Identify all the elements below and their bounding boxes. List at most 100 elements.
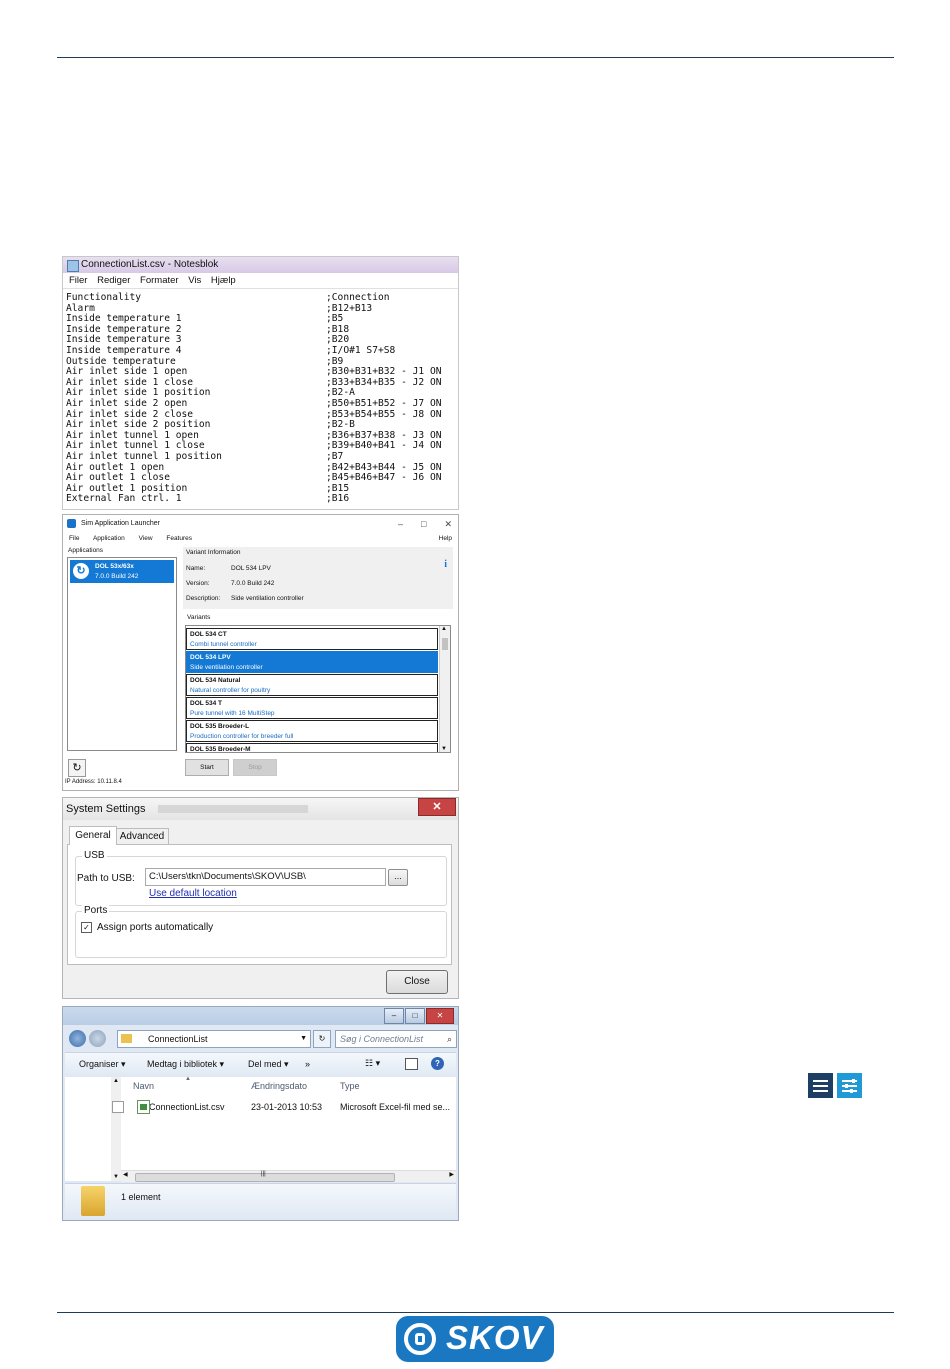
variant-item[interactable]: DOL 534 T Pure tunnel with 16 MultiStep bbox=[186, 697, 438, 719]
scroll-thumb[interactable] bbox=[442, 638, 448, 650]
info-icon[interactable]: i bbox=[444, 559, 447, 570]
excel-file-icon bbox=[137, 1100, 150, 1114]
scroll-up-icon[interactable]: ▲ bbox=[441, 626, 447, 632]
start-button[interactable]: Start bbox=[185, 759, 229, 776]
top-rule bbox=[57, 57, 894, 58]
refresh-icon[interactable]: ↻ bbox=[313, 1030, 331, 1048]
sort-indicator-icon: ▲ bbox=[185, 1076, 191, 1082]
notepad-icon bbox=[67, 260, 79, 272]
preview-pane-icon[interactable] bbox=[405, 1058, 418, 1070]
nav-scrollbar[interactable]: ▲ ▼ bbox=[111, 1077, 121, 1181]
more-commands-button[interactable]: » bbox=[305, 1059, 310, 1069]
variant-item[interactable]: DOL 535 Broeder-L Production controller f… bbox=[186, 720, 438, 742]
functionality-text: Air outlet 1 open bbox=[66, 461, 165, 473]
application-item-dol53x[interactable]: ↻ DOL 53x/63x 7.0.0 Build 242 bbox=[70, 560, 174, 583]
chevron-down-icon[interactable]: ▼ bbox=[300, 1031, 307, 1047]
explorer-window: – □ ✕ ConnectionList ▼ ↻ Søg i ConnectionL… bbox=[62, 1006, 459, 1221]
functionality-text: Air inlet side 1 close bbox=[66, 376, 194, 388]
notepad-menubar: Filer Rediger Formater Vis Hjælp bbox=[63, 273, 458, 289]
variant-item[interactable]: DOL 534 Natural Natural controller for po… bbox=[186, 674, 438, 696]
tab-advanced[interactable]: Advanced bbox=[115, 828, 169, 844]
menu-features[interactable]: Features bbox=[166, 535, 192, 542]
menu-filer[interactable]: Filer bbox=[69, 275, 87, 286]
skov-logo: SKOV bbox=[396, 1316, 554, 1362]
menu-file[interactable]: File bbox=[69, 535, 79, 542]
close-button[interactable]: Close bbox=[386, 970, 448, 994]
include-in-library-button[interactable]: Medtag i bibliotek ▾ bbox=[147, 1059, 224, 1070]
scroll-down-icon[interactable]: ▼ bbox=[113, 1174, 119, 1180]
minimize-icon[interactable]: – bbox=[384, 1008, 404, 1024]
use-default-location-link[interactable]: Use default location bbox=[149, 888, 237, 899]
scroll-down-icon[interactable]: ▼ bbox=[441, 746, 447, 752]
column-type[interactable]: Type bbox=[340, 1081, 360, 1091]
help-icon[interactable]: ? bbox=[431, 1057, 444, 1070]
file-list[interactable]: ▲ Navn Ændringsdato Type ConnectionList.… bbox=[121, 1076, 456, 1172]
functionality-text: Air inlet side 2 open bbox=[66, 397, 188, 409]
menu-vis[interactable]: Vis bbox=[188, 275, 201, 286]
application-version: 7.0.0 Build 242 bbox=[95, 573, 139, 580]
scroll-left-icon[interactable]: ◀ bbox=[123, 1171, 128, 1178]
search-placeholder: Søg i ConnectionList bbox=[340, 1034, 424, 1044]
minimize-icon[interactable]: – bbox=[398, 519, 403, 529]
variants-list[interactable]: DOL 535 Broeder-M DOL 535 Broeder-L Produc… bbox=[185, 625, 451, 753]
variant-name: DOL 534 CT bbox=[190, 631, 227, 638]
maximize-icon[interactable]: □ bbox=[405, 1008, 425, 1024]
variant-item[interactable]: DOL 534 CT Combi tunnel controller bbox=[186, 628, 438, 650]
close-icon[interactable]: ✕ bbox=[418, 798, 456, 816]
scroll-right-icon[interactable]: ▶ bbox=[449, 1171, 454, 1178]
variant-item[interactable]: DOL 534 LPV Side ventilation controller bbox=[186, 651, 438, 673]
item-count: 1 element bbox=[121, 1192, 161, 1202]
scroll-up-icon[interactable]: ▲ bbox=[113, 1078, 119, 1084]
forward-icon[interactable] bbox=[89, 1030, 106, 1047]
assign-ports-checkbox[interactable]: ✓ bbox=[81, 922, 92, 933]
functionality-text: Air outlet 1 close bbox=[66, 472, 170, 484]
tab-general[interactable]: General bbox=[69, 826, 117, 845]
variants-scrollbar[interactable]: ▲ ▼ bbox=[439, 626, 450, 752]
connection-text: ;B39+B40+B41 - J4 ON bbox=[326, 440, 442, 452]
address-bar[interactable]: ConnectionList ▼ bbox=[117, 1030, 311, 1048]
refresh-button[interactable]: ↻ bbox=[68, 759, 86, 777]
applications-list[interactable]: ↻ DOL 53x/63x 7.0.0 Build 242 bbox=[67, 557, 177, 751]
settings-titlebar: System Settings ✕ bbox=[63, 798, 458, 820]
usb-path-input[interactable]: C:\Users\tkn\Documents\SKOV\USB\ bbox=[145, 868, 386, 886]
menu-application[interactable]: Application bbox=[93, 535, 125, 542]
menu-formater[interactable]: Formater bbox=[140, 275, 179, 286]
refresh-icon: ↻ bbox=[72, 762, 82, 774]
notepad-text-area[interactable]: Functionality ;Connection Alarm ;B12+B13 Ins… bbox=[63, 289, 458, 505]
view-options-icon[interactable]: ☷ ▾ bbox=[365, 1058, 389, 1071]
row-checkbox[interactable] bbox=[112, 1101, 124, 1113]
skov-logo-text: SKOV bbox=[446, 1319, 544, 1356]
name-label: Name: bbox=[186, 565, 206, 572]
functionality-text: Outside temperature bbox=[66, 355, 176, 367]
column-name[interactable]: Navn bbox=[133, 1081, 154, 1091]
explorer-toolbar: Organiser ▾ Medtag i bibliotek ▾ Del med… bbox=[65, 1052, 456, 1078]
menu-view[interactable]: View bbox=[139, 535, 153, 542]
horizontal-scrollbar[interactable]: ◀ ||| ▶ bbox=[121, 1170, 456, 1182]
blurred-title-text bbox=[158, 805, 308, 813]
column-date[interactable]: Ændringsdato bbox=[251, 1081, 307, 1091]
stop-button[interactable]: Stop bbox=[233, 759, 277, 776]
file-name[interactable]: ConnectionList.csv bbox=[149, 1102, 225, 1112]
close-icon[interactable]: ✕ bbox=[426, 1008, 454, 1024]
file-date: 23-01-2013 10:53 bbox=[251, 1102, 323, 1112]
browse-button[interactable]: ... bbox=[388, 869, 408, 886]
ip-address: IP Address: 10.11.8.4 bbox=[65, 779, 122, 785]
maximize-icon[interactable]: □ bbox=[421, 519, 426, 529]
menu-help[interactable]: Help bbox=[439, 533, 452, 545]
search-input[interactable]: Søg i ConnectionList ⌕ bbox=[335, 1030, 457, 1048]
menu-hjaelp[interactable]: Hjælp bbox=[211, 275, 236, 286]
navigation-pane[interactable]: ▲ ▼ bbox=[65, 1077, 122, 1181]
variant-name: DOL 534 T bbox=[190, 700, 223, 707]
variant-item[interactable]: DOL 535 Broeder-M bbox=[186, 743, 438, 752]
functionality-text: External Fan ctrl. 1 bbox=[66, 493, 182, 505]
close-icon[interactable]: ✕ bbox=[444, 519, 452, 529]
functionality-text: Air inlet tunnel 1 position bbox=[66, 450, 222, 462]
variant-description: Side ventilation controller bbox=[190, 664, 263, 671]
variant-description: Pure tunnel with 16 MultiStep bbox=[190, 710, 275, 717]
back-icon[interactable] bbox=[69, 1030, 86, 1047]
organise-button[interactable]: Organiser ▾ bbox=[79, 1059, 126, 1070]
share-with-button[interactable]: Del med ▾ bbox=[248, 1059, 289, 1070]
menu-rediger[interactable]: Rediger bbox=[97, 275, 130, 286]
address-path: ConnectionList bbox=[148, 1034, 208, 1044]
search-icon[interactable]: ⌕ bbox=[447, 1031, 452, 1047]
